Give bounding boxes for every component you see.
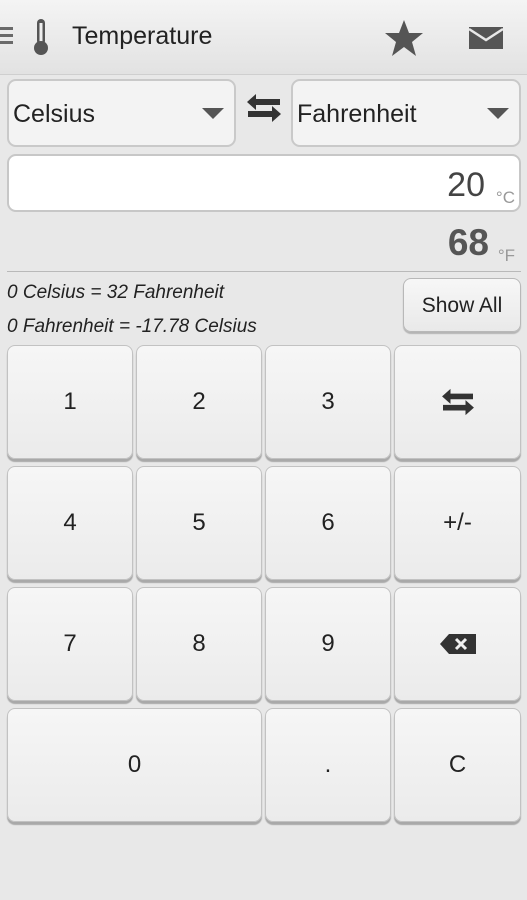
to-unit-select[interactable]: Fahrenheit [291, 79, 521, 147]
result-value: 68 [447, 222, 489, 263]
chevron-down-icon [487, 108, 509, 119]
key-4[interactable]: 4 [7, 466, 133, 580]
swap-button[interactable] [394, 345, 521, 459]
formula-line: 0 Fahrenheit = -17.78 Celsius [7, 316, 257, 337]
key-1[interactable]: 1 [7, 345, 133, 459]
from-unit-select[interactable]: Celsius [7, 79, 236, 147]
divider [7, 271, 521, 272]
chevron-down-icon [202, 108, 224, 119]
action-bar: Temperature [0, 0, 527, 75]
star-icon[interactable] [384, 18, 424, 58]
formula-line: 0 Celsius = 32 Fahrenheit [7, 282, 225, 303]
input-unit: °C [495, 188, 515, 207]
key-8[interactable]: 8 [136, 587, 262, 701]
backspace-button[interactable] [394, 587, 521, 701]
mail-icon[interactable] [468, 24, 504, 52]
key-2[interactable]: 2 [136, 345, 262, 459]
to-unit-label: Fahrenheit [297, 100, 417, 128]
clear-button[interactable]: C [394, 708, 521, 822]
thermometer-icon [34, 19, 48, 55]
swap-arrows-icon [441, 388, 474, 416]
key-9[interactable]: 9 [265, 587, 391, 701]
sign-toggle-button[interactable]: +/- [394, 466, 521, 580]
decimal-point-button[interactable]: . [265, 708, 391, 822]
key-3[interactable]: 3 [265, 345, 391, 459]
from-unit-label: Celsius [13, 100, 95, 128]
key-7[interactable]: 7 [7, 587, 133, 701]
key-0[interactable]: 0 [7, 708, 262, 822]
key-6[interactable]: 6 [265, 466, 391, 580]
hamburger-icon[interactable] [0, 27, 13, 47]
backspace-icon [439, 634, 476, 654]
swap-arrows-icon[interactable] [246, 92, 282, 124]
result-unit: °F [497, 246, 515, 265]
key-5[interactable]: 5 [136, 466, 262, 580]
show-all-button[interactable]: Show All [403, 278, 521, 332]
value-input[interactable]: 20 °C [7, 154, 521, 212]
app-title: Temperature [72, 22, 213, 50]
input-value: 20 [447, 166, 485, 204]
